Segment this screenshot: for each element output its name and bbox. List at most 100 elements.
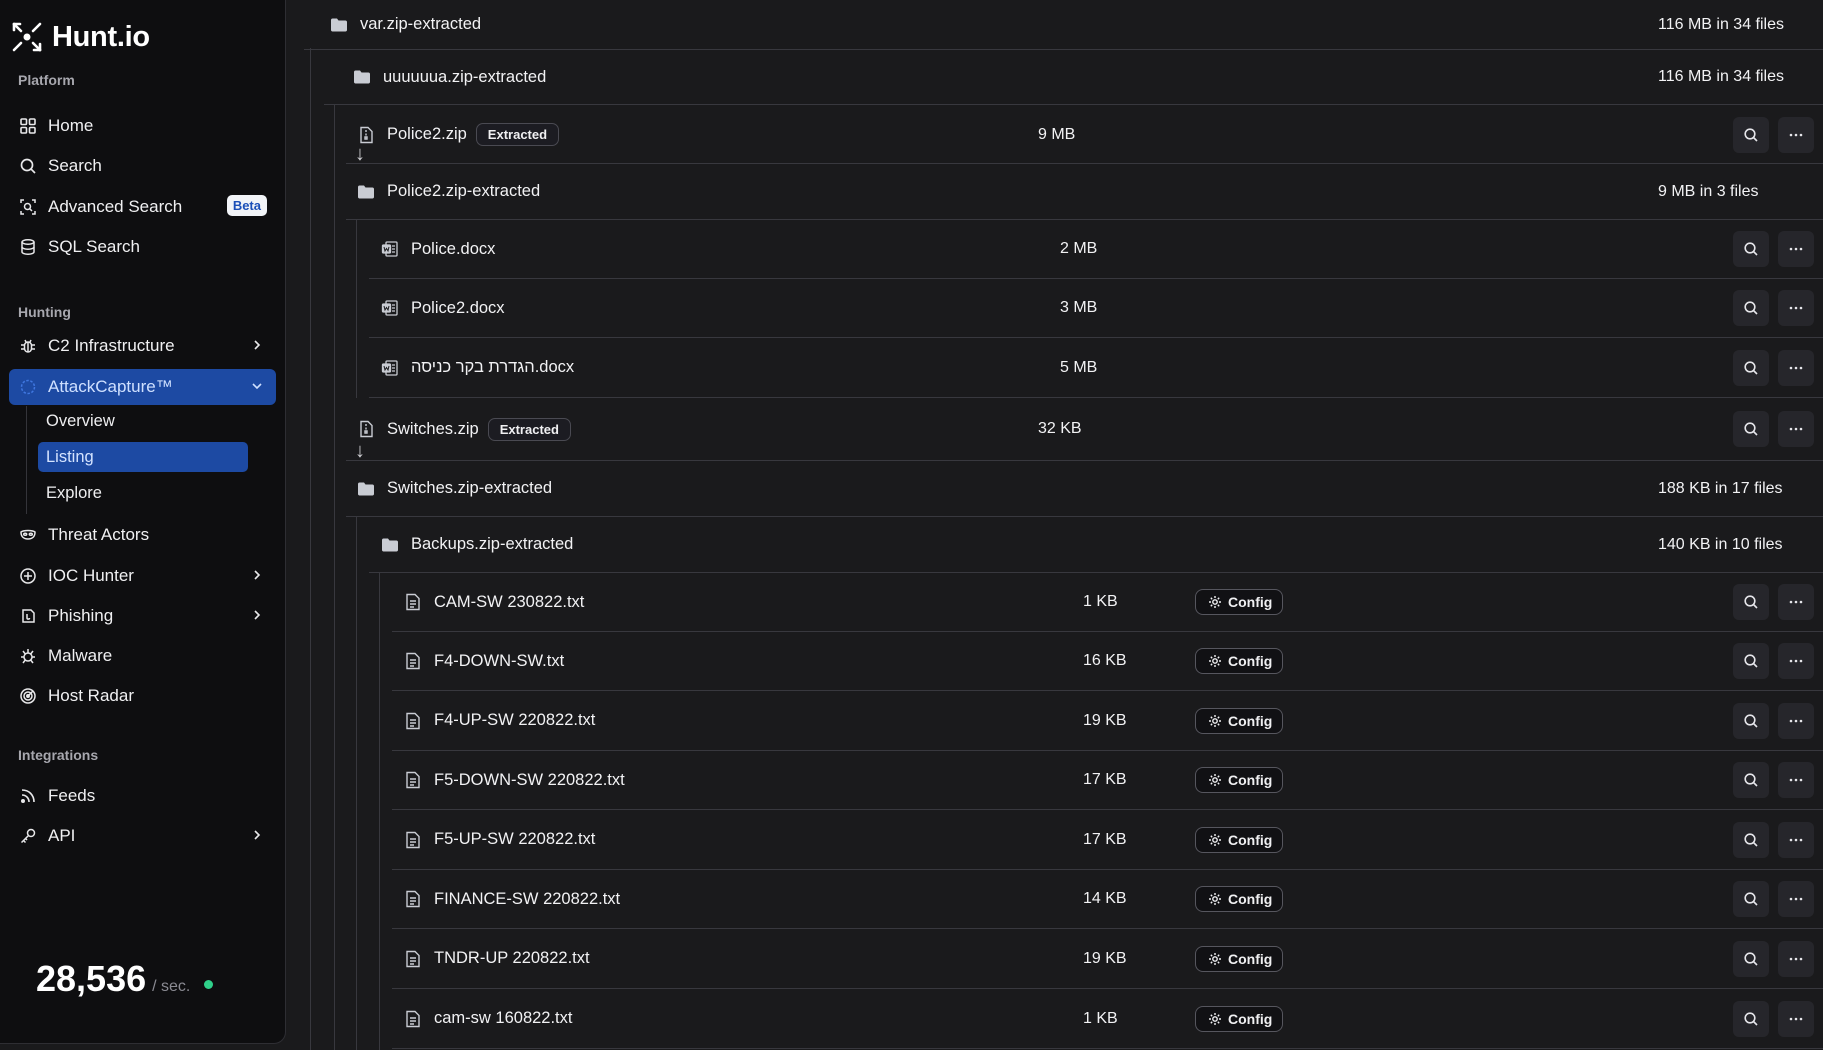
more-icon bbox=[1789, 838, 1803, 841]
more-options-button[interactable] bbox=[1778, 643, 1814, 679]
nav-host-radar[interactable]: Host Radar bbox=[9, 678, 276, 714]
search-file-button[interactable] bbox=[1733, 231, 1769, 267]
subnav-explore[interactable]: Explore bbox=[38, 478, 248, 508]
config-label: Config bbox=[1228, 950, 1273, 967]
nav-advanced-search[interactable]: Advanced Search Beta bbox=[9, 189, 276, 225]
nav-feeds[interactable]: Feeds bbox=[9, 778, 276, 814]
brand-logo[interactable]: Hunt.io bbox=[10, 20, 150, 54]
folder-name: uuuuuua.zip-extracted bbox=[383, 67, 547, 86]
more-options-button[interactable] bbox=[1778, 940, 1814, 977]
config-badge[interactable]: Config bbox=[1195, 886, 1284, 912]
nav-ioc-hunter[interactable]: IOC Hunter bbox=[9, 558, 276, 594]
file-name: TNDR-UP 220822.txt bbox=[434, 949, 590, 967]
capture-icon bbox=[19, 378, 37, 396]
subnav-listing[interactable]: Listing bbox=[38, 442, 248, 472]
file-row[interactable]: CAM-SW 230822.txt 1 KB Config bbox=[392, 573, 1823, 632]
config-label: Config bbox=[1228, 594, 1273, 610]
search-icon bbox=[1744, 773, 1758, 787]
search-file-button[interactable] bbox=[1733, 584, 1769, 620]
file-row[interactable]: הגדרת בקר כניסה.docx 5 MB bbox=[369, 338, 1823, 398]
nav-malware[interactable]: Malware bbox=[9, 638, 276, 674]
config-badge[interactable]: Config bbox=[1195, 945, 1284, 972]
file-row[interactable]: F4-DOWN-SW.txt 16 KB Config bbox=[392, 632, 1823, 691]
more-options-button[interactable] bbox=[1778, 116, 1814, 153]
nav-threat-actors[interactable]: Threat Actors bbox=[9, 517, 276, 553]
folder-row[interactable]: var.zip-extracted 116 MB in 34 files bbox=[304, 0, 1823, 50]
more-icon bbox=[1789, 659, 1803, 663]
search-icon bbox=[1744, 242, 1758, 256]
more-options-button[interactable] bbox=[1778, 290, 1814, 326]
file-name: FINANCE-SW 220822.txt bbox=[434, 889, 621, 908]
folder-row[interactable]: uuuuuua.zip-extracted 116 MB in 34 files bbox=[324, 50, 1823, 105]
nav-home-label: Home bbox=[48, 116, 94, 135]
file-row[interactable]: cam-sw 160822.txt 1 KB Config bbox=[392, 989, 1823, 1049]
database-icon bbox=[19, 238, 37, 256]
gear-icon bbox=[1209, 893, 1221, 905]
search-file-button[interactable] bbox=[1733, 411, 1769, 447]
nav-sql-search[interactable]: SQL Search bbox=[9, 229, 276, 265]
file-row[interactable]: F4-UP-SW 220822.txt 19 KB Config bbox=[392, 691, 1823, 751]
config-badge[interactable]: Config bbox=[1195, 589, 1284, 615]
file-row[interactable]: Police2.docx 3 MB bbox=[369, 279, 1823, 338]
search-file-button[interactable] bbox=[1733, 821, 1769, 858]
section-integrations: Integrations bbox=[18, 747, 99, 763]
config-badge[interactable]: Config bbox=[1195, 648, 1284, 674]
chevron-right-icon bbox=[254, 570, 261, 580]
file-size: 9 MB bbox=[1038, 125, 1076, 143]
search-file-button[interactable] bbox=[1733, 762, 1769, 798]
file-row[interactable]: Police.docx 2 MB bbox=[369, 220, 1823, 279]
config-badge[interactable]: Config bbox=[1195, 826, 1284, 853]
config-badge[interactable]: Config bbox=[1195, 767, 1284, 793]
subnav-overview[interactable]: Overview bbox=[38, 406, 248, 436]
folder-row[interactable]: Switches.zip-extracted 188 KB in 17 file… bbox=[346, 461, 1823, 517]
nav-api[interactable]: API bbox=[9, 818, 276, 854]
tree-guide bbox=[356, 220, 357, 398]
more-options-button[interactable] bbox=[1778, 762, 1814, 798]
nav-c2-infrastructure[interactable]: C2 Infrastructure bbox=[9, 328, 276, 364]
virus-icon bbox=[19, 647, 37, 665]
search-file-button[interactable] bbox=[1733, 116, 1769, 153]
nav-ioc-hunter-label: IOC Hunter bbox=[48, 566, 134, 585]
more-options-button[interactable] bbox=[1778, 881, 1814, 917]
mask-icon bbox=[19, 526, 37, 544]
search-file-button[interactable] bbox=[1733, 881, 1769, 917]
nav-home[interactable]: Home bbox=[9, 108, 276, 144]
file-row[interactable]: TNDR-UP 220822.txt 19 KB Config bbox=[392, 929, 1823, 989]
text-file-icon bbox=[404, 831, 422, 849]
tree-guide bbox=[379, 572, 380, 1050]
search-file-button[interactable] bbox=[1733, 1000, 1769, 1037]
folder-row[interactable]: Backups.zip-extracted 140 KB in 10 files bbox=[369, 517, 1823, 573]
file-size: 17 KB bbox=[1083, 830, 1127, 848]
more-options-button[interactable] bbox=[1778, 702, 1814, 739]
word-file-icon bbox=[381, 299, 399, 317]
file-row[interactable]: F5-DOWN-SW 220822.txt 17 KB Config bbox=[392, 751, 1823, 810]
more-options-button[interactable] bbox=[1778, 1000, 1814, 1037]
config-badge[interactable]: Config bbox=[1195, 1005, 1284, 1032]
more-options-button[interactable] bbox=[1778, 349, 1814, 386]
search-file-button[interactable] bbox=[1733, 940, 1769, 977]
nav-attackcapture[interactable]: AttackCapture™ bbox=[9, 369, 276, 405]
nav-host-radar-label: Host Radar bbox=[48, 686, 134, 705]
search-file-button[interactable] bbox=[1733, 290, 1769, 326]
hunt-logo-icon bbox=[12, 22, 42, 52]
search-file-button[interactable] bbox=[1733, 702, 1769, 739]
folder-row[interactable]: Police2.zip-extracted 9 MB in 3 files bbox=[346, 164, 1823, 220]
nav-feeds-label: Feeds bbox=[48, 786, 96, 805]
nav-search[interactable]: Search bbox=[9, 148, 276, 184]
more-options-button[interactable] bbox=[1778, 584, 1814, 620]
more-options-button[interactable] bbox=[1778, 821, 1814, 858]
more-options-button[interactable] bbox=[1778, 231, 1814, 267]
counter-unit: / sec. bbox=[152, 978, 191, 995]
config-badge[interactable]: Config bbox=[1195, 707, 1284, 734]
folder-name: Backups.zip-extracted bbox=[411, 535, 574, 553]
nav-phishing[interactable]: Phishing bbox=[9, 598, 276, 634]
archive-row[interactable]: Police2.zip Extracted 9 MB bbox=[346, 106, 1823, 164]
archive-row[interactable]: Switches.zip Extracted 32 KB bbox=[346, 398, 1823, 461]
more-options-button[interactable] bbox=[1778, 411, 1814, 447]
search-file-button[interactable] bbox=[1733, 349, 1769, 386]
more-icon bbox=[1789, 600, 1803, 604]
folder-icon bbox=[353, 68, 371, 86]
search-file-button[interactable] bbox=[1733, 643, 1769, 679]
file-row[interactable]: F5-UP-SW 220822.txt 17 KB Config bbox=[392, 810, 1823, 870]
file-row[interactable]: FINANCE-SW 220822.txt 14 KB Config bbox=[392, 870, 1823, 929]
